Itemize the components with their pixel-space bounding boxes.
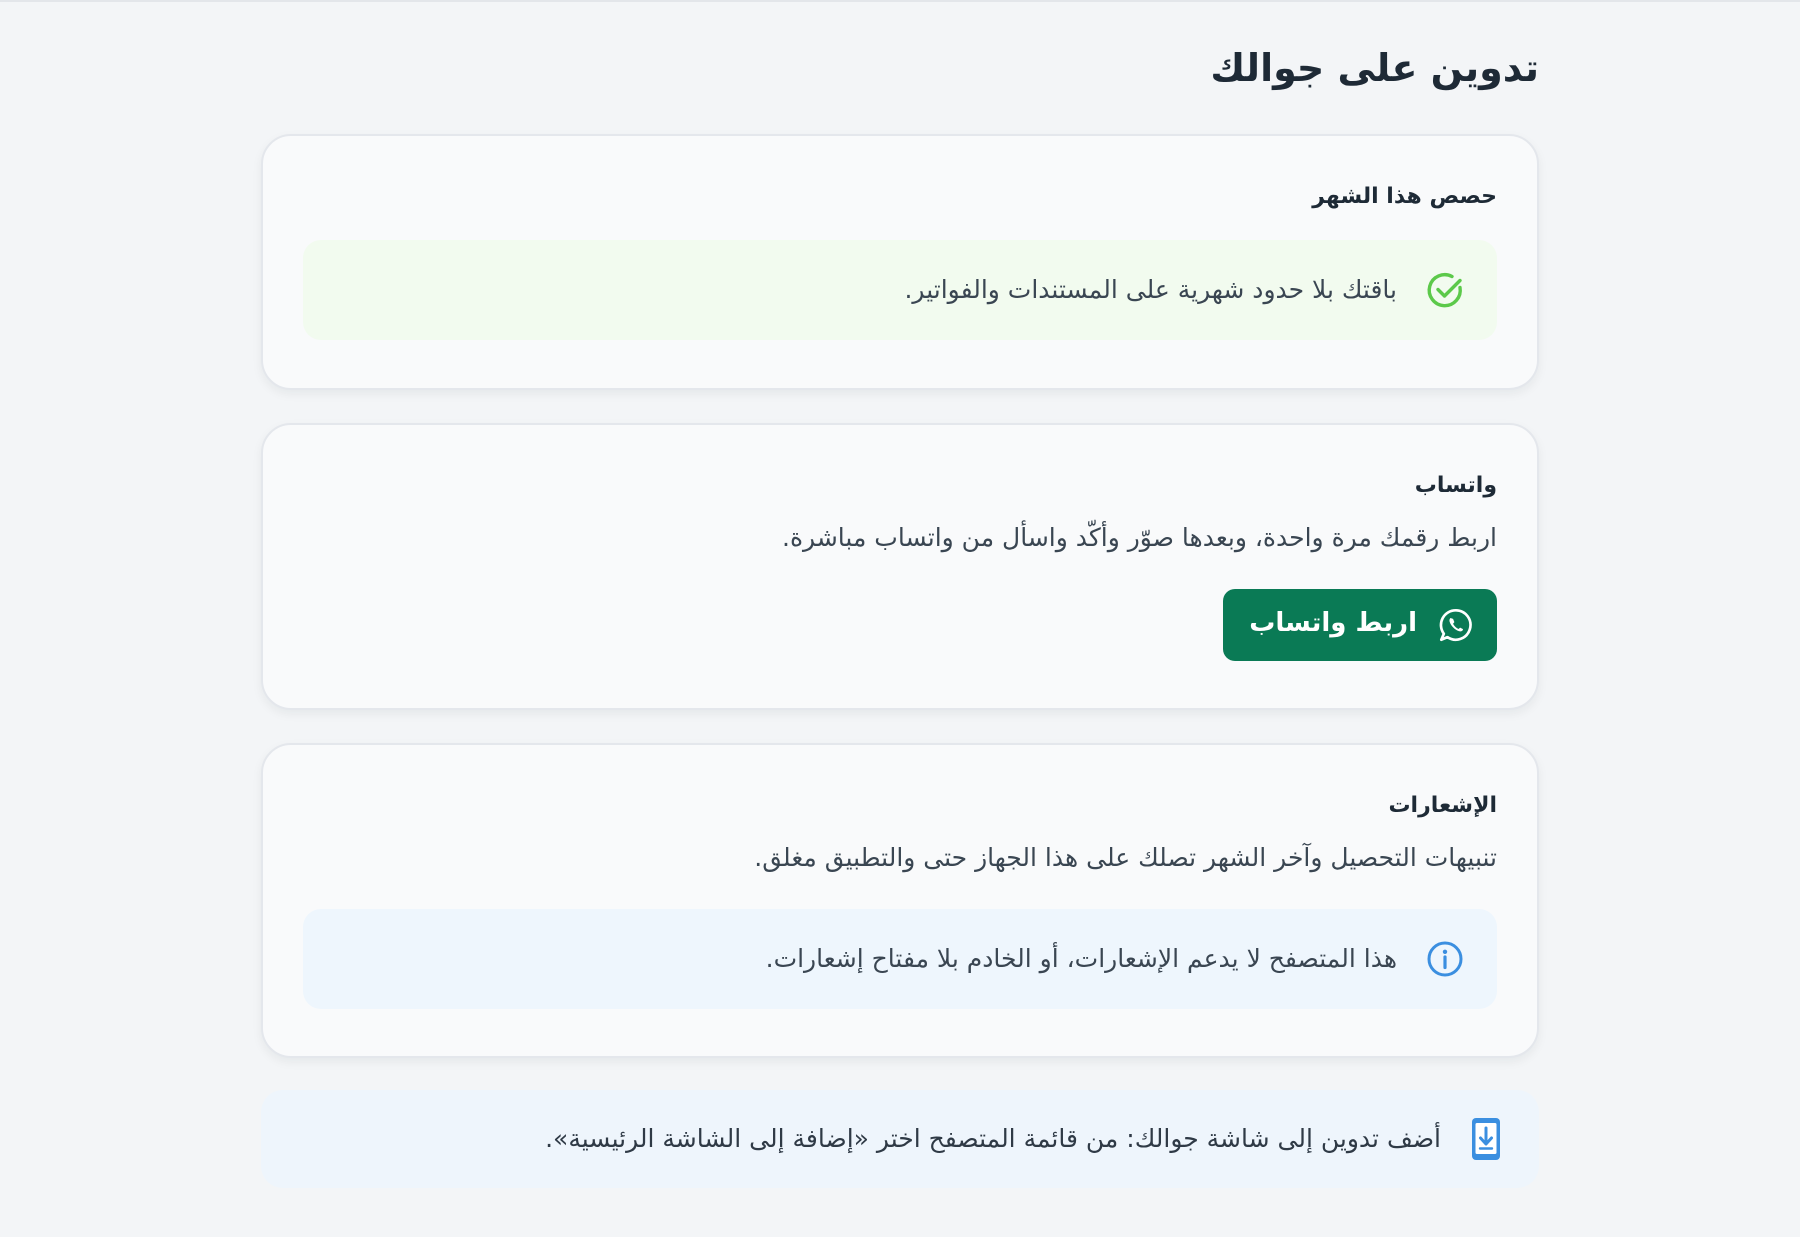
whatsapp-description: اربط رقمك مرة واحدة، وبعدها صوّر وأكّد و…: [782, 523, 1497, 552]
quota-status-text: باقتك بلا حدود شهرية على المستندات والفو…: [904, 275, 1397, 304]
notifications-heading: الإشعارات: [1388, 793, 1497, 818]
notifications-description: تنبيهات التحصيل وآخر الشهر تصلك على هذا …: [754, 843, 1497, 872]
link-whatsapp-button[interactable]: اربط واتساب: [1223, 589, 1497, 661]
add-to-home-screen-banner: أضف تدوين إلى شاشة جوالك: من قائمة المتص…: [261, 1090, 1539, 1188]
info-icon: [1425, 939, 1465, 979]
quota-status-alert: باقتك بلا حدود شهرية على المستندات والفو…: [303, 240, 1497, 340]
notifications-card: الإشعارات تنبيهات التحصيل وآخر الشهر تصل…: [261, 743, 1539, 1058]
monthly-quota-card: حصص هذا الشهر باقتك بلا حدود شهرية على ا…: [261, 134, 1539, 390]
notifications-unsupported-alert: هذا المتصفح لا يدعم الإشعارات، أو الخادم…: [303, 909, 1497, 1009]
whatsapp-icon: [1437, 606, 1475, 644]
monthly-quota-heading: حصص هذا الشهر: [1312, 184, 1497, 209]
phone-download-icon: [1471, 1117, 1501, 1161]
notifications-unsupported-text: هذا المتصفح لا يدعم الإشعارات، أو الخادم…: [765, 944, 1397, 973]
whatsapp-heading: واتساب: [1414, 473, 1497, 498]
page-title: تدوين على جوالك: [1210, 46, 1539, 90]
check-circle-icon: [1425, 270, 1465, 310]
add-to-home-screen-text: أضف تدوين إلى شاشة جوالك: من قائمة المتص…: [545, 1124, 1441, 1153]
whatsapp-card: واتساب اربط رقمك مرة واحدة، وبعدها صوّر …: [261, 423, 1539, 710]
link-whatsapp-label: اربط واتساب: [1249, 608, 1417, 638]
